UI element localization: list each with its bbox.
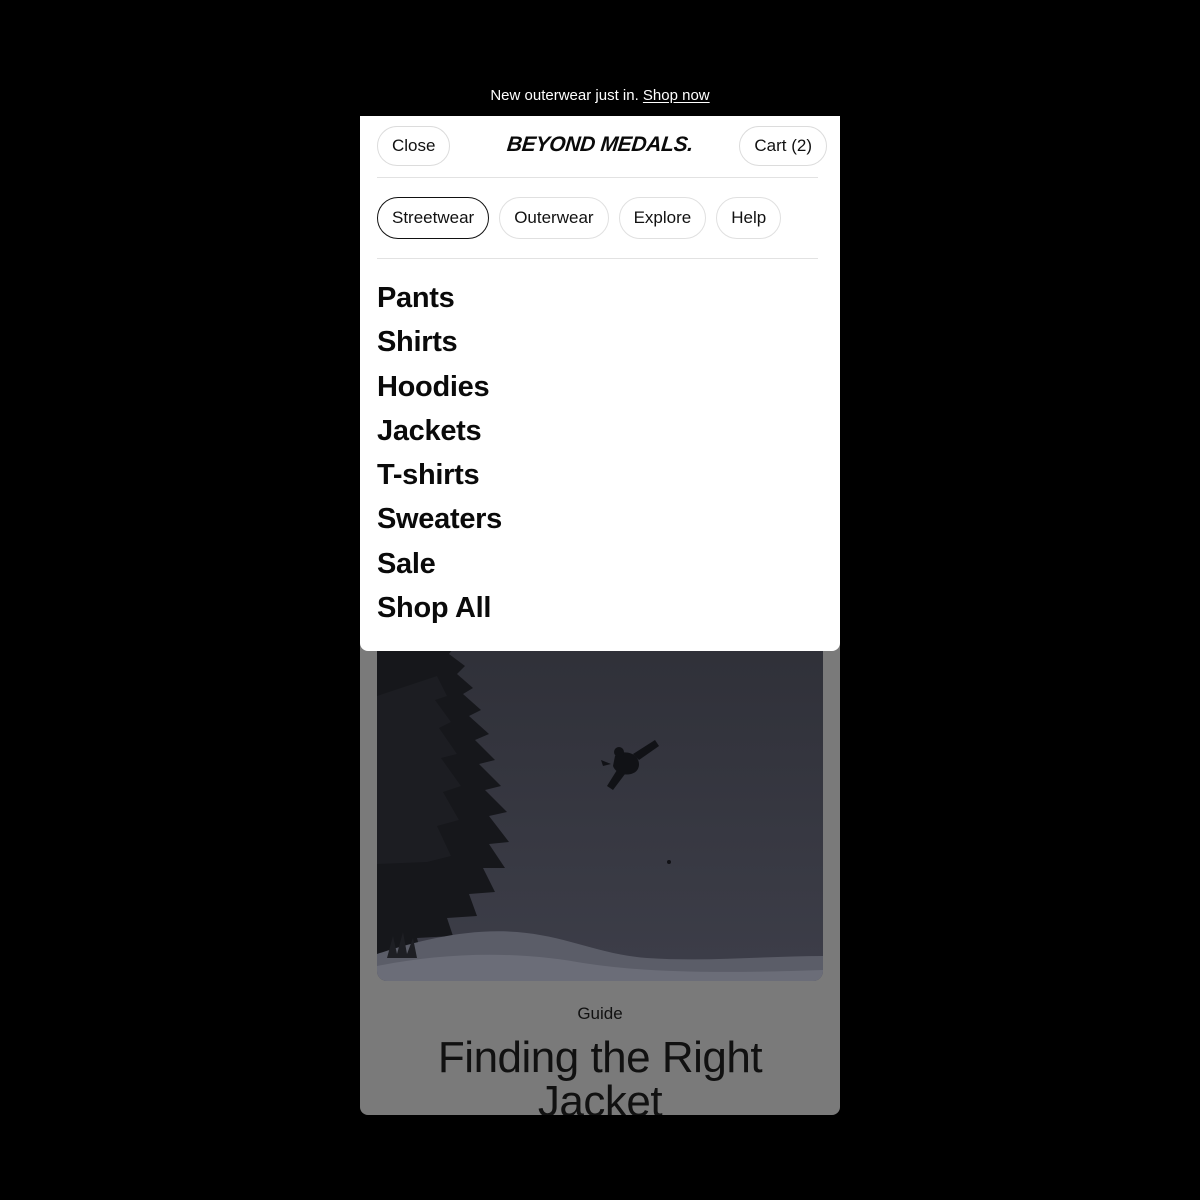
close-button[interactable]: Close: [377, 126, 451, 166]
category-t-shirts[interactable]: T-shirts: [377, 453, 502, 497]
announcement-bar: New outerwear just in. Shop now: [360, 84, 840, 108]
category-pants[interactable]: Pants: [377, 276, 502, 320]
navigation-menu: Close BEYOND MEDALS. Cart (2) Streetwear…: [360, 116, 840, 651]
tab-streetwear[interactable]: Streetwear: [377, 197, 490, 239]
tab-help[interactable]: Help: [716, 197, 782, 239]
category-list: Pants Shirts Hoodies Jackets T-shirts Sw…: [377, 276, 502, 630]
category-jackets[interactable]: Jackets: [377, 409, 502, 453]
category-hoodies[interactable]: Hoodies: [377, 365, 502, 409]
divider: [377, 177, 818, 178]
article-teaser: Guide Finding the Right Jacket: [360, 996, 840, 1115]
article-eyebrow: Guide: [577, 1004, 623, 1023]
snowboarder-photo: [377, 636, 823, 981]
tab-outerwear[interactable]: Outerwear: [499, 197, 609, 239]
shop-now-link[interactable]: Shop now: [643, 87, 710, 104]
announcement-text: New outerwear just in.: [490, 87, 639, 104]
category-sale[interactable]: Sale: [377, 542, 502, 586]
category-shop-all[interactable]: Shop All: [377, 586, 502, 630]
cart-button[interactable]: Cart (2): [739, 126, 827, 166]
divider: [377, 258, 818, 259]
menu-header: Close BEYOND MEDALS. Cart (2): [377, 126, 827, 169]
menu-tabs: Streetwear Outerwear Explore Help: [377, 197, 782, 240]
hero-image[interactable]: [377, 636, 823, 981]
category-shirts[interactable]: Shirts: [377, 320, 502, 364]
tab-explore[interactable]: Explore: [618, 197, 707, 239]
article-title[interactable]: Finding the Right Jacket: [360, 1036, 840, 1116]
category-sweaters[interactable]: Sweaters: [377, 497, 502, 541]
viewport: New outerwear just in. Shop now Guide Fi…: [0, 0, 1200, 1200]
